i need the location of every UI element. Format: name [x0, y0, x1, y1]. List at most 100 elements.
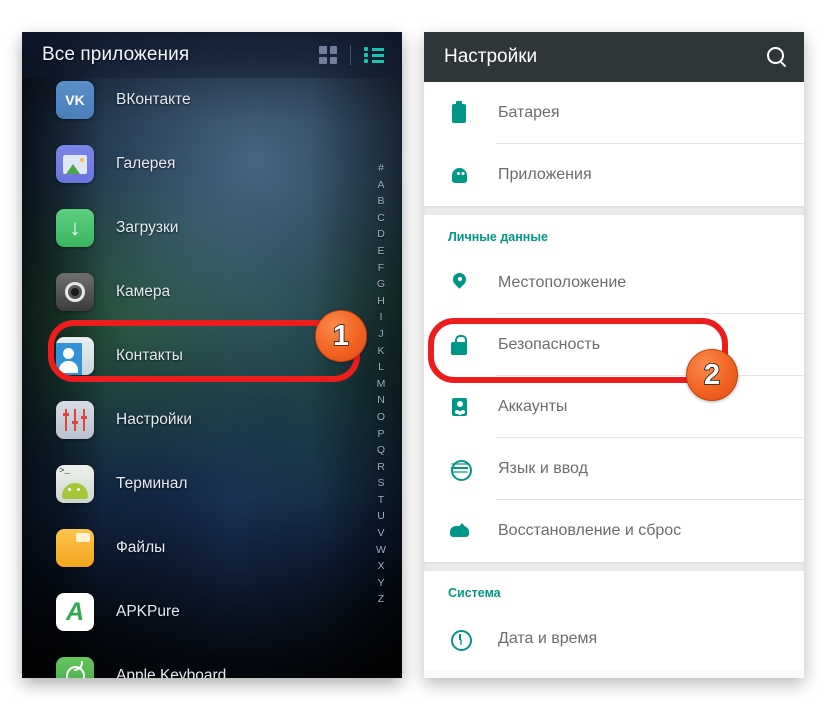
alpha-index-letter[interactable]: J — [378, 326, 383, 343]
list-view-icon[interactable] — [364, 47, 384, 63]
settings-row-backup-reset[interactable]: Восстановление и сброс — [424, 500, 804, 562]
alpha-index-letter[interactable]: V — [377, 525, 384, 542]
apkpure-icon: A — [56, 593, 94, 631]
grid-cell — [329, 56, 337, 64]
app-label: ВКонтакте — [116, 91, 191, 108]
settings-row-label: Язык и ввод — [498, 460, 588, 477]
search-icon[interactable] — [766, 46, 788, 68]
app-drawer-title: Все приложения — [42, 44, 190, 65]
alpha-index-letter[interactable]: C — [377, 210, 385, 227]
settings-row-label: Безопасность — [498, 336, 601, 353]
alpha-index-letter[interactable]: U — [377, 508, 385, 525]
language-icon — [448, 457, 472, 481]
apps-icon — [448, 163, 470, 187]
alpha-index-letter[interactable]: Y — [377, 575, 384, 592]
grid-view-icon[interactable] — [319, 46, 337, 64]
list-line — [364, 47, 384, 51]
app-list-item-downloads[interactable]: ↓ Загрузки — [22, 196, 402, 260]
app-label: Apple Keyboard — [116, 667, 227, 678]
settings-row-location[interactable]: Местоположение — [424, 252, 804, 314]
settings-row-security[interactable]: Безопасность — [424, 314, 804, 376]
backup-icon — [448, 519, 470, 543]
alpha-index-letter[interactable]: P — [377, 426, 384, 443]
step-badge-number: 1 — [332, 319, 350, 352]
account-icon — [448, 395, 470, 419]
app-label: APKPure — [116, 603, 180, 620]
alpha-index-letter[interactable]: R — [377, 459, 385, 476]
app-list-item-apple-keyboard[interactable]: Apple Keyboard — [22, 644, 402, 678]
alpha-index-letter[interactable]: L — [378, 359, 384, 376]
alpha-index-letter[interactable]: G — [377, 276, 385, 293]
settings-group-system: Система Дата и время — [424, 571, 804, 670]
alpha-index-letter[interactable]: E — [377, 243, 384, 260]
alpha-index-letter[interactable]: I — [380, 309, 383, 326]
contacts-icon — [56, 337, 94, 375]
app-drawer-header: Все приложения — [22, 32, 402, 78]
settings-row-battery[interactable]: Батарея — [424, 82, 804, 144]
list-line — [364, 59, 384, 63]
alpha-index-letter[interactable]: O — [377, 409, 385, 426]
app-list-item-settings[interactable]: Настройки — [22, 388, 402, 452]
alpha-index-letter[interactable]: T — [378, 492, 384, 509]
view-mode-toggle — [319, 45, 384, 65]
alpha-index-letter[interactable]: A — [377, 177, 384, 194]
settings-group-personal: Личные данные Местоположение Безопасност… — [424, 215, 804, 562]
settings-panel: Настройки Батарея Приложения Личные данн… — [424, 32, 804, 678]
app-list[interactable]: ВКонтакте Галерея ↓ Загрузки Камера Конт… — [22, 78, 402, 678]
app-label: Контакты — [116, 347, 183, 364]
settings-row-language[interactable]: Язык и ввод — [424, 438, 804, 500]
alpha-index-letter[interactable]: X — [377, 558, 384, 575]
settings-row-label: Батарея — [498, 104, 560, 121]
app-label: Настройки — [116, 411, 193, 428]
group-separator — [424, 562, 804, 571]
files-icon — [56, 529, 94, 567]
alpha-index-letter[interactable]: W — [376, 542, 386, 559]
app-list-item-files[interactable]: Файлы — [22, 516, 402, 580]
gallery-icon — [56, 145, 94, 183]
alpha-index-letter[interactable]: H — [377, 293, 385, 310]
battery-icon — [448, 101, 470, 125]
settings-row-label: Аккаунты — [498, 398, 568, 415]
settings-header: Настройки — [424, 32, 804, 82]
app-label: Загрузки — [116, 219, 179, 236]
location-icon — [448, 271, 470, 295]
settings-group-title-personal: Личные данные — [424, 215, 804, 252]
grid-cell — [319, 56, 327, 64]
alpha-index-letter[interactable]: K — [377, 343, 384, 360]
app-label: Терминал — [116, 475, 188, 492]
settings-row-date-time[interactable]: Дата и время — [424, 608, 804, 670]
settings-row-label: Приложения — [498, 166, 592, 183]
alphabet-index-scrollbar[interactable]: # A B C D E F G H I J K L M N O P Q R S … — [370, 160, 392, 608]
settings-row-label: Дата и время — [498, 630, 598, 647]
alpha-index-letter[interactable]: D — [377, 226, 385, 243]
alpha-index-letter[interactable]: Q — [377, 442, 385, 459]
vk-icon — [56, 81, 94, 119]
app-list-item-gallery[interactable]: Галерея — [22, 132, 402, 196]
list-line — [364, 53, 384, 57]
step-badge-1: 1 — [315, 310, 367, 362]
lock-icon — [448, 333, 470, 357]
step-badge-number: 2 — [703, 358, 721, 391]
settings-row-apps[interactable]: Приложения — [424, 144, 804, 206]
alpha-index-letter[interactable]: B — [377, 193, 384, 210]
clock-icon — [448, 627, 472, 651]
settings-group-title-system: Система — [424, 571, 804, 608]
app-label: Галерея — [116, 155, 176, 172]
step-badge-2: 2 — [686, 349, 738, 401]
alpha-index-letter[interactable]: N — [377, 392, 385, 409]
app-list-item-terminal[interactable]: Терминал — [22, 452, 402, 516]
grid-cell — [329, 46, 337, 54]
alpha-index-letter[interactable]: F — [378, 260, 384, 277]
alpha-index-letter[interactable]: S — [377, 475, 384, 492]
alpha-index-letter[interactable]: M — [377, 376, 386, 393]
settings-group-device: Батарея Приложения — [424, 82, 804, 206]
settings-row-label: Местоположение — [498, 274, 627, 291]
settings-row-accounts[interactable]: Аккаунты — [424, 376, 804, 438]
app-label: Камера — [116, 283, 171, 300]
app-list-item-apkpure[interactable]: A APKPure — [22, 580, 402, 644]
settings-title: Настройки — [444, 46, 538, 67]
alpha-index-letter[interactable]: # — [378, 160, 384, 177]
apple-keyboard-icon — [56, 657, 94, 678]
settings-icon — [56, 401, 94, 439]
alpha-index-letter[interactable]: Z — [378, 591, 384, 608]
